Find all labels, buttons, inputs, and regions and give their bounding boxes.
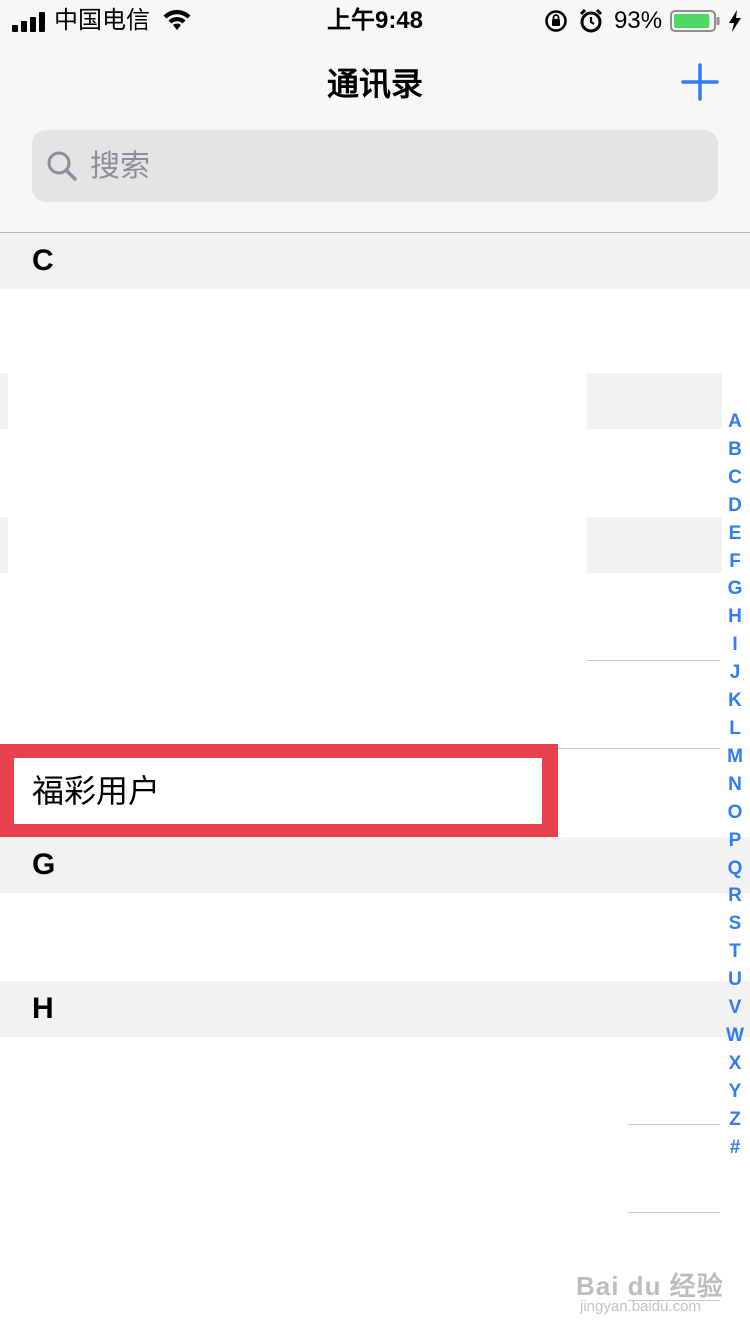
index-letter[interactable]: M	[722, 743, 748, 771]
watermark-url: jingyan.baidu.com	[580, 1298, 701, 1315]
index-letter[interactable]: R	[722, 882, 748, 910]
index-letter[interactable]: C	[722, 464, 748, 492]
index-letter[interactable]: A	[722, 408, 748, 436]
row-band	[0, 517, 8, 573]
list-item[interactable]	[0, 661, 750, 749]
contact-name[interactable]: 福彩用户	[32, 765, 160, 817]
section-header-c	[0, 233, 750, 289]
index-letter[interactable]: J	[722, 659, 748, 687]
list-item[interactable]	[0, 289, 750, 377]
index-letter[interactable]: B	[722, 436, 748, 464]
list-item[interactable]	[0, 1125, 750, 1213]
section-header-h	[0, 981, 750, 1037]
index-letter[interactable]: U	[722, 966, 748, 994]
row-band	[587, 373, 722, 429]
index-letter[interactable]: S	[722, 910, 748, 938]
row-band	[0, 373, 8, 429]
index-letter[interactable]: H	[722, 603, 748, 631]
row-band	[587, 517, 722, 573]
index-letter[interactable]: L	[722, 715, 748, 743]
index-letter[interactable]: Y	[722, 1078, 748, 1106]
index-letter[interactable]: W	[722, 1022, 748, 1050]
index-letter[interactable]: F	[722, 548, 748, 576]
index-letter[interactable]: E	[722, 520, 748, 548]
index-letter[interactable]: X	[722, 1050, 748, 1078]
list-item[interactable]	[0, 429, 750, 517]
section-letter: H	[32, 992, 54, 1025]
page-title: 通讯录	[326, 66, 423, 102]
section-letter: C	[32, 244, 54, 277]
section-index[interactable]: A B C D E F G H I J K L M N O P Q R S T U V W X Y Z #	[722, 408, 748, 1161]
index-letter[interactable]: K	[722, 687, 748, 715]
charging-icon	[729, 10, 741, 32]
battery-icon	[670, 10, 720, 32]
search-input[interactable]	[88, 138, 692, 196]
battery-percent: 93%	[614, 7, 663, 34]
index-letter[interactable]: P	[722, 827, 748, 855]
index-letter[interactable]: V	[722, 994, 748, 1022]
list-item[interactable]	[0, 573, 750, 661]
index-letter[interactable]: Z	[722, 1106, 748, 1134]
index-letter[interactable]: D	[722, 492, 748, 520]
search-icon	[47, 151, 77, 181]
list-item[interactable]	[0, 1037, 750, 1125]
index-letter[interactable]: N	[722, 771, 748, 799]
index-letter[interactable]: Q	[722, 855, 748, 883]
index-letter[interactable]: I	[722, 631, 748, 659]
index-letter[interactable]: #	[722, 1134, 748, 1162]
index-letter[interactable]: T	[722, 938, 748, 966]
orientation-lock-icon	[545, 10, 567, 32]
section-letter: G	[32, 848, 56, 881]
row-divider	[558, 748, 720, 749]
list-item[interactable]	[0, 893, 750, 981]
index-letter[interactable]: G	[722, 575, 748, 603]
add-contact-button[interactable]	[680, 62, 720, 102]
index-letter[interactable]: O	[722, 799, 748, 827]
alarm-icon	[579, 8, 603, 33]
section-header-g	[0, 837, 750, 893]
